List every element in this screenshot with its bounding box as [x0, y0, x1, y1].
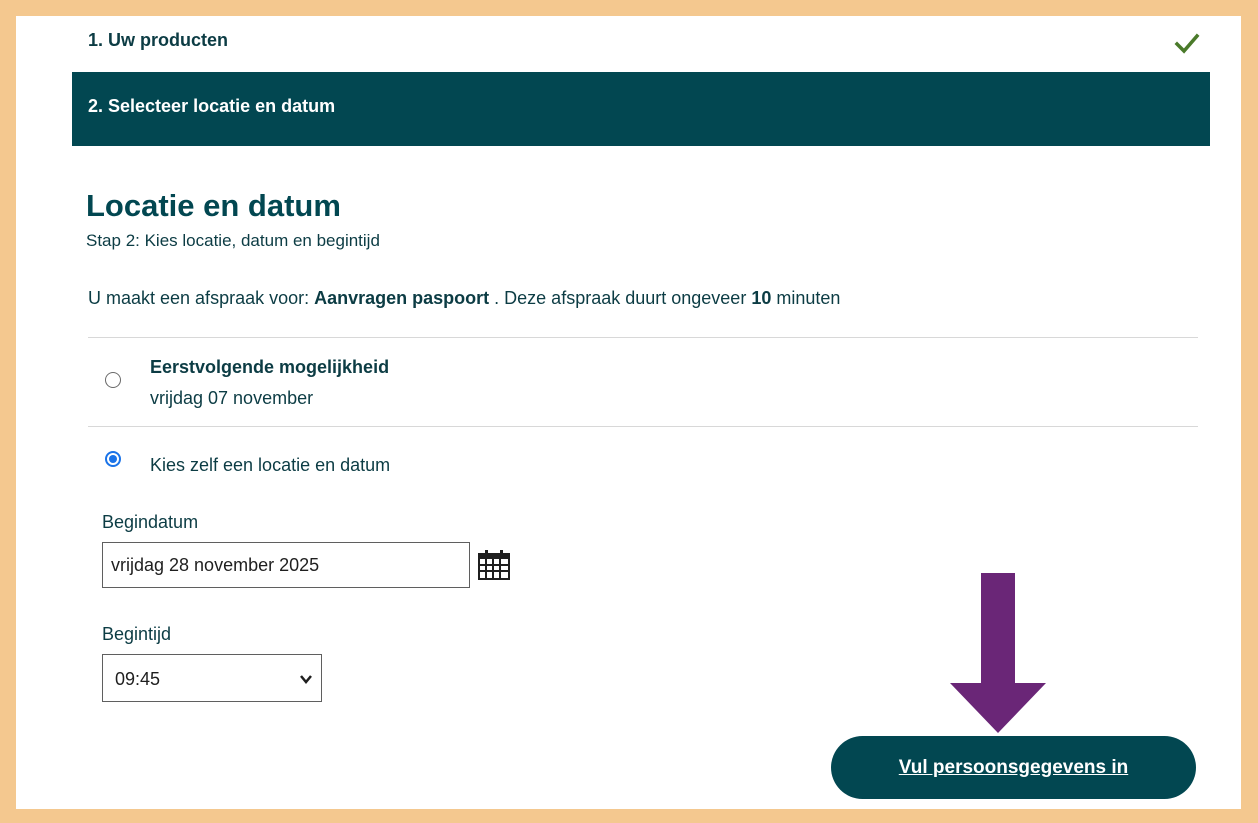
- intro-suffix: minuten: [771, 288, 841, 308]
- intro-middle: . Deze afspraak duurt ongeveer: [489, 288, 752, 308]
- intro-duration: 10: [751, 288, 772, 308]
- page-subtitle: Stap 2: Kies locatie, datum en begintijd: [86, 231, 380, 250]
- check-icon: [1174, 33, 1200, 54]
- start-time-select[interactable]: 09:45: [102, 654, 322, 702]
- fill-personal-details-button[interactable]: Vul persoonsgegevens in: [831, 736, 1196, 799]
- radio-choose-own[interactable]: [105, 451, 121, 467]
- divider: [88, 337, 1198, 338]
- chevron-down-icon: [300, 675, 312, 684]
- start-time-label: Begintijd: [102, 624, 172, 644]
- step-1-header[interactable]: 1. Uw producten: [72, 16, 1210, 72]
- calendar-icon[interactable]: [477, 549, 511, 581]
- divider: [88, 426, 1198, 427]
- appointment-intro: U maakt een afspraak voor: Aanvragen pas…: [88, 288, 840, 309]
- radio-first-available[interactable]: [105, 372, 121, 388]
- step-1-label: 1. Uw producten: [88, 30, 229, 50]
- page-title: Locatie en datum: [86, 188, 341, 223]
- step-2-header: 2. Selecteer locatie en datum: [72, 72, 1210, 146]
- intro-product: Aanvragen paspoort: [314, 288, 490, 308]
- intro-prefix: U maakt een afspraak voor:: [88, 288, 315, 308]
- appointment-panel: 1. Uw producten 2. Selecteer locatie en …: [16, 16, 1241, 809]
- option-first-available-title[interactable]: Eerstvolgende mogelijkheid: [150, 357, 389, 378]
- start-date-label: Begindatum: [102, 512, 199, 532]
- step-2-label: 2. Selecteer locatie en datum: [88, 96, 336, 116]
- start-date-input[interactable]: [102, 542, 470, 588]
- down-arrow-icon: [950, 573, 1046, 733]
- start-time-value: 09:45: [115, 669, 161, 689]
- option-choose-own-label[interactable]: Kies zelf een locatie en datum: [150, 455, 390, 476]
- fill-personal-details-label: Vul persoonsgegevens in: [898, 756, 1129, 778]
- option-first-available-date: vrijdag 07 november: [150, 388, 314, 408]
